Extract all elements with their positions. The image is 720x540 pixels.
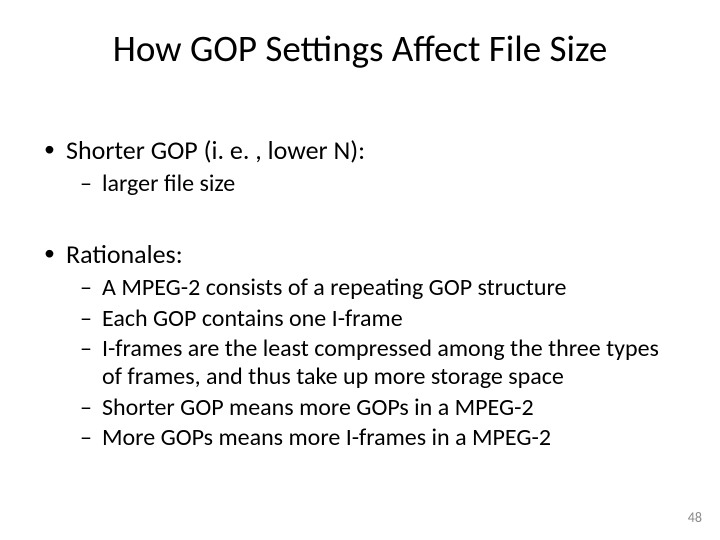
bullet-level1: Rationales: xyxy=(40,238,680,270)
page-number: 48 xyxy=(688,509,702,526)
slide-body: Shorter GOP (i. e. , lower N): larger fi… xyxy=(40,120,680,454)
bullet-level2: Shorter GOP means more GOPs in a MPEG-2 xyxy=(40,394,680,422)
bullet-level2: More GOPs means more I-frames in a MPEG-… xyxy=(40,424,680,452)
spacer xyxy=(40,200,680,224)
bullet-level2: A MPEG-2 consists of a repeating GOP str… xyxy=(40,274,680,302)
slide: How GOP Settings Affect File Size Shorte… xyxy=(0,0,720,540)
bullet-level2: I-frames are the least compressed among … xyxy=(40,335,680,392)
bullet-level2: larger file size xyxy=(40,170,680,198)
bullet-level2: Each GOP contains one I-frame xyxy=(40,305,680,333)
slide-title: How GOP Settings Affect File Size xyxy=(0,26,720,71)
bullet-level1: Shorter GOP (i. e. , lower N): xyxy=(40,134,680,166)
